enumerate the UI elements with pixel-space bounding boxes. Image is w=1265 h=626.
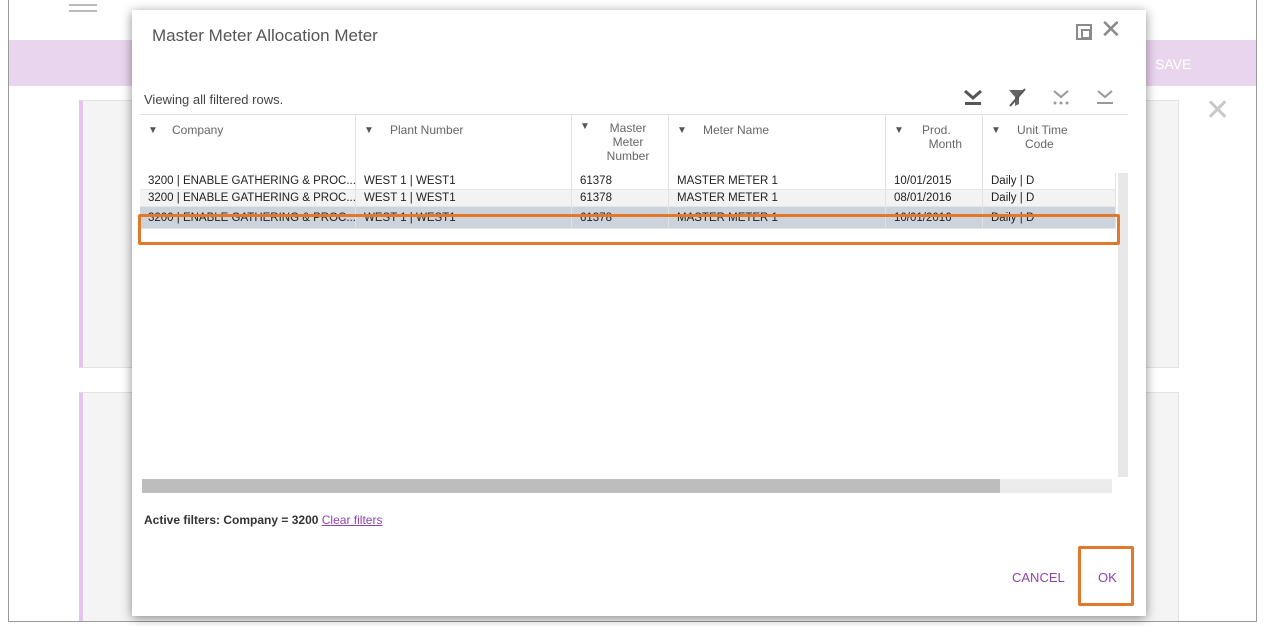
export-selected-icon[interactable]: [1050, 86, 1072, 108]
cell-master-meter-number: 61378: [572, 173, 669, 189]
table-row[interactable]: 3200 | ENABLE GATHERING & PROC... WEST 1…: [140, 173, 1116, 190]
hamburger-menu-icon[interactable]: [69, 4, 97, 18]
cell-meter-name: MASTER METER 1: [669, 173, 886, 189]
column-header-company[interactable]: ▼ Company: [140, 115, 356, 173]
column-header-meter-name[interactable]: ▼ Meter Name: [669, 115, 886, 173]
meter-grid: ▼ Company ▼ Plant Number ▼ Master Meter …: [140, 114, 1128, 493]
active-filter-value: Company = 3200: [223, 513, 319, 527]
clear-filters-link[interactable]: Clear filters: [322, 513, 383, 527]
filter-icon[interactable]: ▼: [580, 121, 590, 132]
cell-company: 3200 | ENABLE GATHERING & PROC...: [140, 173, 356, 189]
cell-plant-number: WEST 1 | WEST1: [356, 173, 572, 189]
filter-icon[interactable]: ▼: [991, 125, 1001, 136]
horizontal-scroll-thumb[interactable]: [142, 479, 1000, 493]
export-filtered-icon[interactable]: [962, 86, 984, 108]
clear-filter-icon[interactable]: [1006, 86, 1028, 108]
column-header-unit-time-code[interactable]: ▼ Unit Time Code: [983, 115, 1116, 173]
cell-master-meter-number: 61378: [572, 190, 669, 206]
cell-prod-month: 10/01/2016: [886, 207, 983, 228]
cell-meter-name: MASTER METER 1: [669, 190, 886, 206]
filter-icon[interactable]: ▼: [364, 125, 374, 136]
filter-icon[interactable]: ▼: [677, 125, 687, 136]
grid-body: 3200 | ENABLE GATHERING & PROC... WEST 1…: [140, 173, 1116, 229]
grid-toolbar: [962, 86, 1116, 108]
background-close-icon[interactable]: ✕: [1205, 96, 1230, 126]
cell-meter-name: MASTER METER 1: [669, 207, 886, 228]
cell-prod-month: 10/01/2015: [886, 173, 983, 189]
active-filters: Active filters: Company = 3200 Clear fil…: [144, 513, 383, 527]
filter-icon[interactable]: ▼: [148, 125, 158, 136]
cell-plant-number: WEST 1 | WEST1: [356, 190, 572, 206]
table-row-selected[interactable]: 3200 | ENABLE GATHERING & PROC... WEST 1…: [140, 207, 1116, 229]
maximize-icon[interactable]: [1076, 24, 1092, 40]
close-icon[interactable]: ✕: [1100, 16, 1122, 42]
cell-company: 3200 | ENABLE GATHERING & PROC...: [140, 190, 356, 206]
cancel-button[interactable]: CANCEL: [1012, 570, 1065, 585]
column-header-prod-month[interactable]: ▼ Prod. Month: [886, 115, 983, 173]
background-save-button[interactable]: SAVE: [1155, 56, 1191, 72]
cell-company: 3200 | ENABLE GATHERING & PROC...: [140, 207, 356, 228]
ok-button[interactable]: OK: [1098, 570, 1117, 585]
cell-plant-number: WEST 1 | WEST1: [356, 207, 572, 228]
vertical-scrollbar[interactable]: [1118, 173, 1128, 477]
table-row[interactable]: 3200 | ENABLE GATHERING & PROC... WEST 1…: [140, 190, 1116, 207]
cell-master-meter-number: 61378: [572, 207, 669, 228]
cell-prod-month: 08/01/2016: [886, 190, 983, 206]
column-header-plant-number[interactable]: ▼ Plant Number: [356, 115, 572, 173]
column-header-master-meter-number[interactable]: ▼ Master Meter Number: [572, 115, 669, 173]
dialog-title: Master Meter Allocation Meter: [152, 26, 378, 45]
cell-unit-time-code: Daily | D: [983, 190, 1116, 206]
horizontal-scrollbar[interactable]: [142, 479, 1112, 493]
cell-unit-time-code: Daily | D: [983, 207, 1116, 228]
master-meter-allocation-dialog: Master Meter Allocation Meter ✕ Viewing …: [132, 10, 1146, 616]
export-all-icon[interactable]: [1094, 86, 1116, 108]
cell-unit-time-code: Daily | D: [983, 173, 1116, 189]
grid-header: ▼ Company ▼ Plant Number ▼ Master Meter …: [140, 115, 1116, 173]
filter-icon[interactable]: ▼: [894, 125, 904, 136]
viewing-rows-text: Viewing all filtered rows.: [144, 92, 284, 107]
